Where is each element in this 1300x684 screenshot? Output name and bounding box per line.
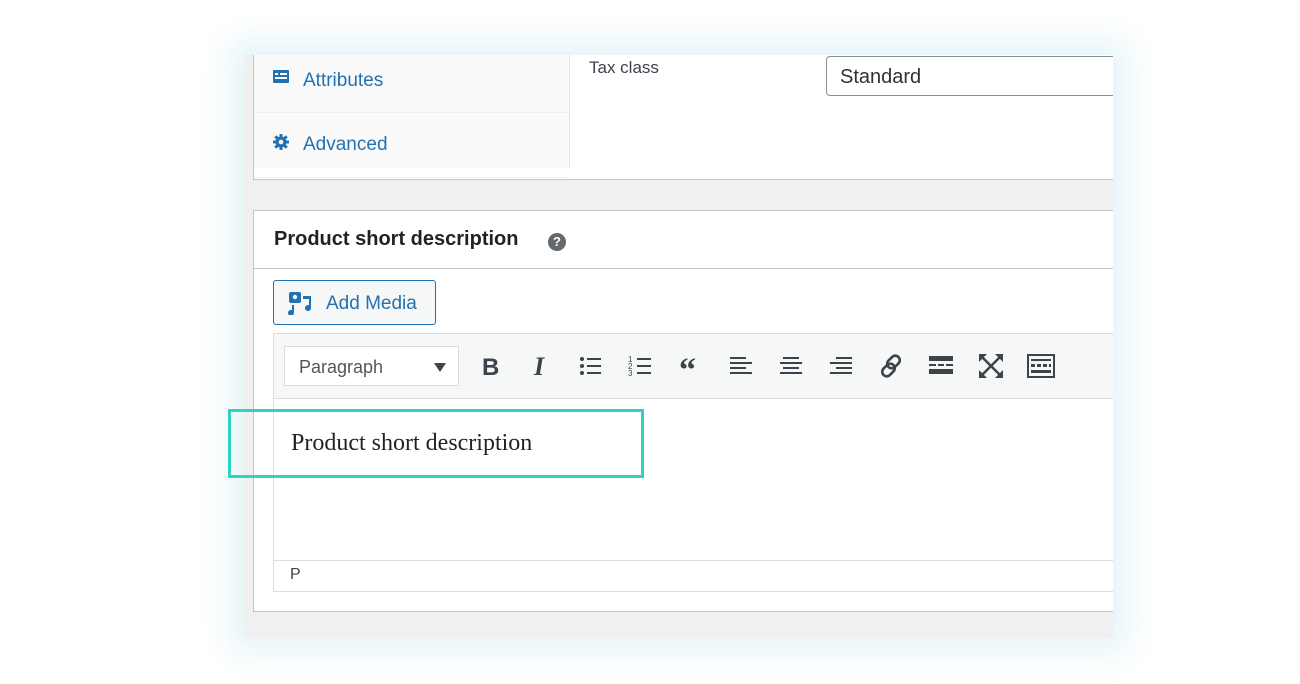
editor-content[interactable]: Product short description [291, 430, 532, 457]
chevron-down-icon [434, 363, 446, 372]
editor-toolbar: Paragraph B I 123 “ [274, 334, 1113, 399]
gear-icon [272, 133, 290, 151]
numbered-list-icon[interactable]: 123 [626, 351, 656, 381]
editor-statusbar: P [274, 560, 1113, 591]
product-data-tabs: Attributes Advanced [254, 55, 570, 178]
tax-class-select[interactable]: Standard [826, 56, 1113, 96]
add-media-label: Add Media [326, 293, 417, 314]
tab-attributes[interactable]: Attributes [254, 55, 569, 113]
short-description-panel: Product short description ? Add Media Pa… [253, 210, 1113, 612]
list-icon [272, 69, 290, 87]
format-select[interactable]: Paragraph [284, 346, 459, 386]
svg-text:B: B [482, 354, 499, 381]
italic-icon[interactable]: I [526, 351, 556, 381]
product-data-panel: Attributes Advanced Tax class Standard [253, 55, 1113, 180]
fullscreen-icon[interactable] [976, 351, 1006, 381]
blockquote-icon[interactable]: “ [676, 351, 706, 381]
align-left-icon[interactable] [726, 351, 756, 381]
element-path[interactable]: P [290, 566, 301, 584]
tax-class-value: Standard [840, 66, 922, 88]
tab-advanced[interactable]: Advanced [254, 113, 569, 178]
svg-text:3: 3 [628, 369, 633, 378]
svg-text:I: I [533, 352, 545, 381]
read-more-icon[interactable] [926, 351, 956, 381]
align-right-icon[interactable] [826, 351, 856, 381]
panel-header: Product short description ? [254, 211, 1113, 269]
format-select-value: Paragraph [299, 357, 384, 377]
panel-title: Product short description [274, 228, 519, 250]
tab-label: Advanced [303, 134, 388, 155]
tab-label: Attributes [303, 70, 384, 91]
media-icon [288, 291, 316, 320]
link-icon[interactable] [876, 351, 906, 381]
align-center-icon[interactable] [776, 351, 806, 381]
toolbar-toggle-icon[interactable] [1026, 351, 1056, 381]
bold-icon[interactable]: B [476, 351, 506, 381]
tax-class-label: Tax class [589, 58, 659, 77]
bullet-list-icon[interactable] [576, 351, 606, 381]
app-frame: Attributes Advanced Tax class Standard P… [244, 55, 1113, 638]
rich-text-editor: Paragraph B I 123 “ Product short descri… [273, 333, 1113, 592]
add-media-button[interactable]: Add Media [273, 280, 436, 325]
question-icon[interactable]: ? [548, 233, 566, 251]
svg-text:“: “ [679, 352, 696, 381]
